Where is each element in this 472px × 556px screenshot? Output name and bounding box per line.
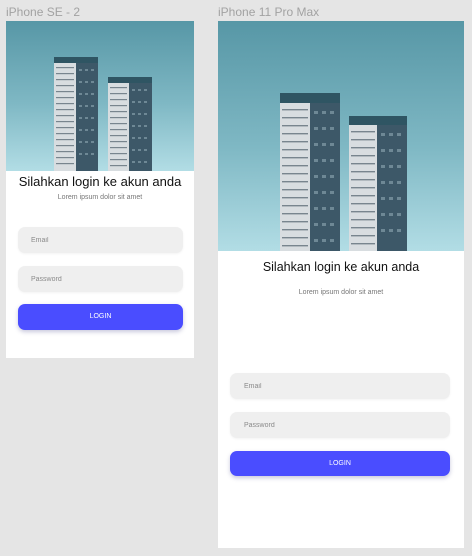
frame-iphone-se[interactable]: Silahkan login ke akun anda Lorem ipsum … xyxy=(6,21,194,358)
skyscrapers-illustration xyxy=(54,57,152,171)
login-subtitle: Lorem ipsum dolor sit amet xyxy=(298,289,384,296)
frame-label-iphone-se[interactable]: iPhone SE - 2 xyxy=(6,5,80,19)
password-field[interactable] xyxy=(230,412,450,438)
skyscrapers-illustration xyxy=(280,93,407,251)
login-title: Silahkan login ke akun anda xyxy=(262,260,420,274)
email-field[interactable] xyxy=(230,373,450,399)
hero-image xyxy=(6,21,194,171)
login-subtitle: Lorem ipsum dolor sit amet xyxy=(57,194,143,201)
login-title: Silahkan login ke akun anda xyxy=(18,174,182,189)
frame-label-iphone-11-pro-max[interactable]: iPhone 11 Pro Max xyxy=(218,5,319,19)
login-button[interactable]: LOGIN xyxy=(230,451,450,476)
password-field[interactable] xyxy=(18,266,183,292)
login-button[interactable]: LOGIN xyxy=(18,304,183,330)
email-field[interactable] xyxy=(18,227,183,253)
hero-image xyxy=(218,21,464,251)
frame-iphone-11-pro-max[interactable]: Silahkan login ke akun anda Lorem ipsum … xyxy=(218,21,464,548)
design-canvas: iPhone SE - 2 Silahkan login ke akun and… xyxy=(0,0,472,556)
